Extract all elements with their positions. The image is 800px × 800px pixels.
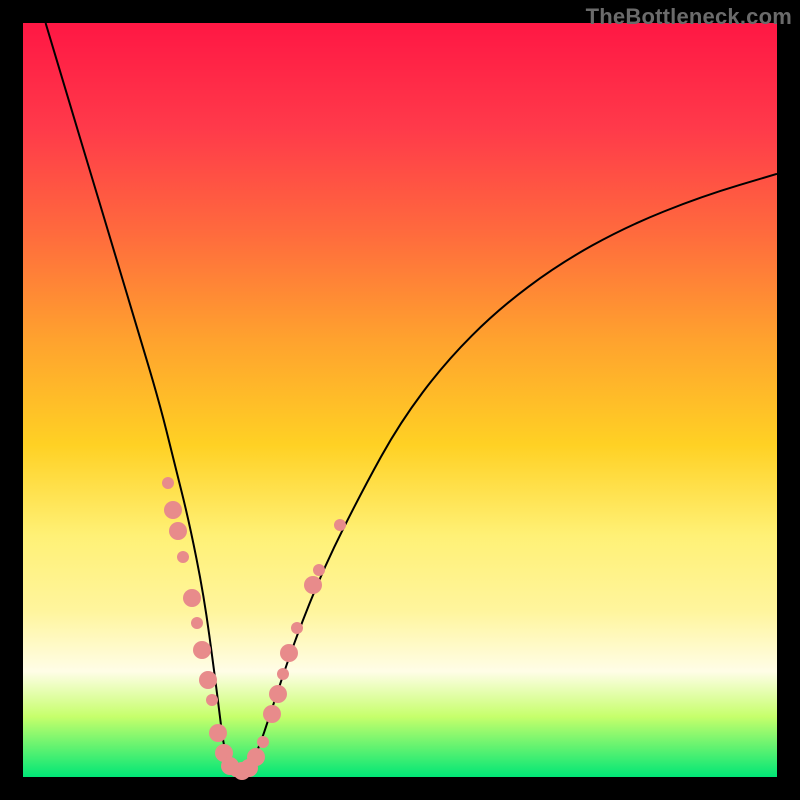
data-point [177, 551, 189, 563]
data-point [199, 671, 217, 689]
data-point [263, 705, 281, 723]
data-point [191, 617, 203, 629]
data-point [277, 668, 289, 680]
data-point [247, 748, 265, 766]
data-point [206, 694, 218, 706]
data-point [257, 736, 269, 748]
data-point [291, 622, 303, 634]
chart-frame: TheBottleneck.com [0, 0, 800, 800]
data-point [280, 644, 298, 662]
curve-svg [23, 23, 777, 777]
plot-area [23, 23, 777, 777]
data-point [334, 519, 346, 531]
data-point [183, 589, 201, 607]
data-point [209, 724, 227, 742]
data-point [164, 501, 182, 519]
bottleneck-curve [46, 23, 777, 774]
data-point [169, 522, 187, 540]
data-point [269, 685, 287, 703]
data-point [193, 641, 211, 659]
data-point [313, 564, 325, 576]
data-point [162, 477, 174, 489]
watermark-text: TheBottleneck.com [586, 4, 792, 30]
data-point [304, 576, 322, 594]
